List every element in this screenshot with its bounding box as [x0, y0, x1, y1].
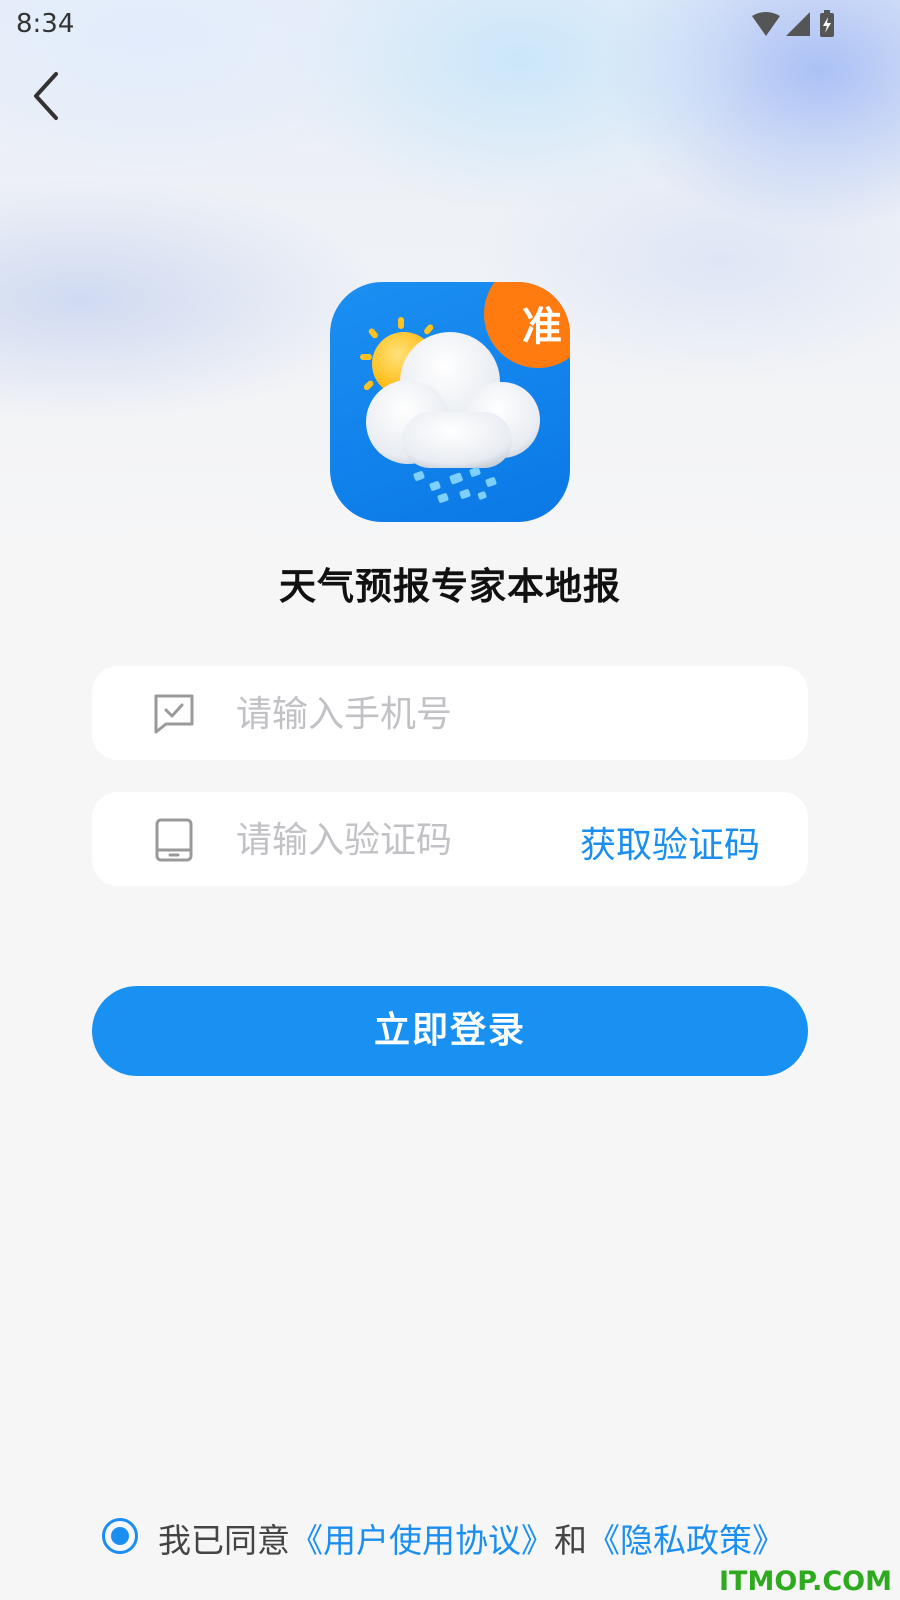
- status-time: 8:34: [16, 9, 75, 39]
- agreement-conjunction: 和: [554, 1521, 587, 1560]
- privacy-policy-link[interactable]: 《隐私政策》: [587, 1521, 785, 1560]
- agreement-prefix: 我已同意: [158, 1521, 290, 1560]
- watermark: ITMOP.COM: [718, 1566, 892, 1597]
- battery-icon: [820, 10, 834, 37]
- back-button[interactable]: [28, 68, 68, 124]
- signal-icon: [786, 12, 810, 36]
- agreement-row: 我已同意《用户使用协议》和《隐私政策》: [100, 1514, 860, 1560]
- radio-checked-dot: [111, 1527, 129, 1545]
- user-agreement-link[interactable]: 《用户使用协议》: [290, 1521, 554, 1560]
- phone-input[interactable]: [234, 666, 558, 762]
- wifi-icon: [752, 12, 780, 36]
- app-name: 天气预报专家本地报: [279, 565, 621, 608]
- message-check-icon: [154, 694, 194, 734]
- login-button[interactable]: 立即登录: [92, 986, 808, 1076]
- code-field: 获取验证码: [92, 792, 808, 888]
- status-bar: 8:34: [0, 0, 900, 50]
- app-logo: 准: [330, 282, 570, 522]
- agree-radio[interactable]: [102, 1518, 138, 1554]
- code-input[interactable]: [234, 792, 558, 888]
- phone-field: [92, 666, 808, 762]
- phone-icon: [155, 818, 193, 862]
- status-icons: [752, 10, 834, 37]
- back-arrow-icon: [34, 72, 58, 120]
- get-code-button[interactable]: 获取验证码: [580, 816, 760, 868]
- badge-label: 准: [522, 304, 562, 350]
- agreement-text: 我已同意《用户使用协议》和《隐私政策》: [158, 1514, 785, 1562]
